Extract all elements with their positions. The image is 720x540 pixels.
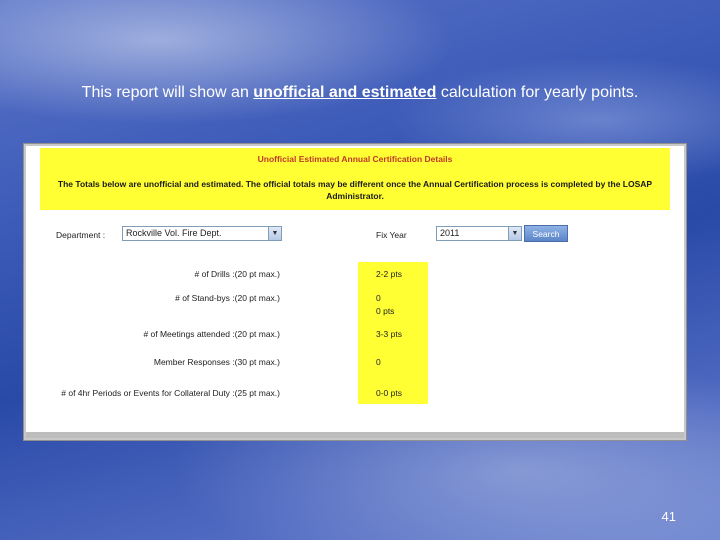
headline-emphasis: unofficial and estimated xyxy=(253,84,437,101)
slide-number: 41 xyxy=(661,509,676,524)
department-label: Department : xyxy=(56,230,106,240)
drills-value: 2-2 pts xyxy=(376,269,402,279)
notice-text: The Totals below are unofficial and esti… xyxy=(57,179,653,201)
search-button[interactable]: Search xyxy=(524,225,568,242)
headline-text-start: This report will show an xyxy=(81,84,254,101)
department-select[interactable]: Rockville Vol. Fire Dept. ▼ xyxy=(122,226,282,241)
standbys-value: 0 xyxy=(376,293,381,303)
collateral-duty-value: 0-0 pts xyxy=(376,388,402,398)
report-title: Unofficial Estimated Annual Certificatio… xyxy=(257,154,453,164)
responses-value: 0 xyxy=(376,357,381,367)
meetings-label: # of Meetings attended :(20 pt max.) xyxy=(143,329,280,339)
chevron-down-icon[interactable]: ▼ xyxy=(268,227,281,240)
chevron-down-icon[interactable]: ▼ xyxy=(508,227,521,240)
department-value: Rockville Vol. Fire Dept. xyxy=(126,228,222,238)
headline-text-end: calculation for yearly points. xyxy=(436,84,639,101)
notice-box: Unofficial Estimated Annual Certificatio… xyxy=(40,148,670,210)
window-bottom-bar xyxy=(26,432,684,438)
report-window: Unofficial Estimated Annual Certificatio… xyxy=(24,144,686,440)
responses-label: Member Responses :(30 pt max.) xyxy=(153,357,280,367)
drills-label: # of Drills :(20 pt max.) xyxy=(194,269,281,279)
slide-headline: This report will show an unofficial and … xyxy=(0,84,720,102)
collateral-duty-label: # of 4hr Periods or Events for Collatera… xyxy=(61,388,280,398)
year-label: Fix Year xyxy=(376,230,407,240)
year-select[interactable]: 2011 ▼ xyxy=(436,226,522,241)
meetings-value: 3-3 pts xyxy=(376,329,402,339)
year-value: 2011 xyxy=(440,228,460,238)
standbys-points: 0 pts xyxy=(376,306,395,316)
standbys-label: # of Stand-bys :(20 pt max.) xyxy=(175,293,280,303)
